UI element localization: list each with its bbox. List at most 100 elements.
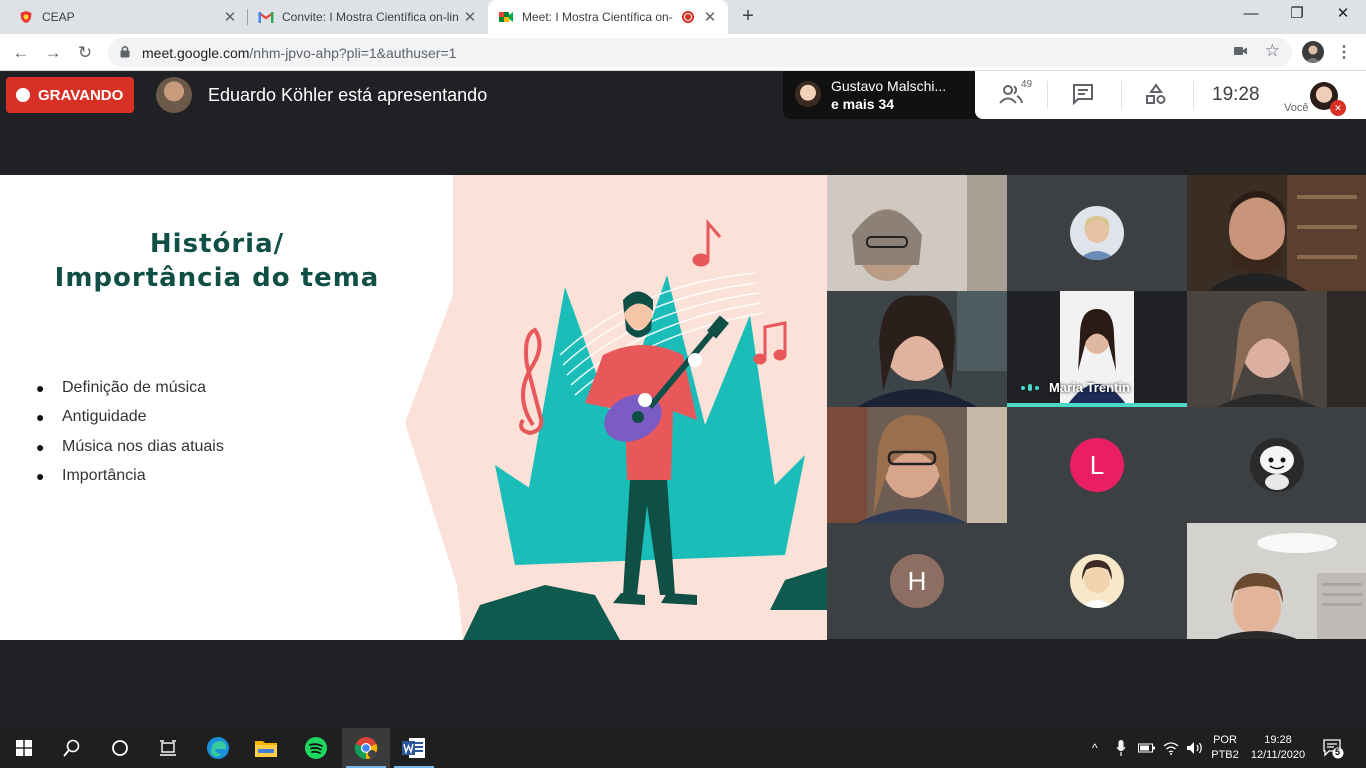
participant-video[interactable] — [827, 175, 1007, 291]
bullet-icon: ● — [36, 409, 45, 426]
participant-more: e mais 34 — [831, 96, 895, 112]
url-path: /nhm-jpvo-ahp?pli=1&authuser=1 — [249, 45, 457, 61]
chat-button[interactable] — [1072, 83, 1094, 110]
participant-count: 49 — [1021, 79, 1033, 90]
bullet-icon: ● — [36, 379, 45, 396]
profile-avatar[interactable] — [1302, 41, 1324, 63]
bullet-text: Importância — [62, 467, 146, 485]
windows-start-icon[interactable] — [0, 728, 48, 768]
mic-off-icon: ✕ — [1330, 100, 1346, 116]
close-tab-icon[interactable]: ✕ — [702, 8, 718, 26]
minimize-button[interactable]: — — [1228, 0, 1274, 30]
spotify-icon[interactable] — [292, 728, 340, 768]
close-window-button[interactable]: ✕ — [1320, 0, 1366, 30]
meet-stage: GRAVANDO Eduardo Köhler está apresentand… — [0, 71, 1366, 728]
google-meet-icon — [498, 9, 514, 25]
battery-icon[interactable] — [1138, 728, 1156, 768]
url-domain: meet.google.com — [142, 45, 250, 61]
more-menu-icon[interactable]: ⋮ — [1336, 42, 1352, 62]
participants-preview[interactable]: Gustavo Malschi... e mais 34 — [783, 71, 977, 119]
camera-in-use-icon[interactable] — [1234, 46, 1248, 56]
gmail-icon — [258, 9, 274, 25]
chrome-icon[interactable] — [342, 728, 390, 768]
bookmark-star-icon[interactable]: ☆ — [1265, 41, 1280, 61]
volume-icon[interactable] — [1186, 728, 1204, 768]
wifi-icon[interactable] — [1163, 728, 1179, 768]
tab-gmail-convite[interactable]: Convite: I Mostra Científica on-lin ✕ — [248, 0, 488, 34]
chat-icon — [1073, 84, 1093, 106]
participant-tile[interactable]: H — [827, 523, 1007, 639]
people-button[interactable]: 49 — [999, 79, 1032, 110]
slide-title-line2: Importância do tema — [54, 263, 380, 293]
participant-name: Maria Trentin — [1049, 380, 1130, 395]
record-dot-icon — [16, 88, 30, 102]
list-item: ● Antiguidade — [36, 403, 224, 433]
participant-name: Gustavo Malschi... — [831, 78, 947, 94]
notification-count: 5 — [1335, 747, 1341, 757]
participant-avatar — [1070, 554, 1124, 608]
participant-video[interactable] — [1187, 175, 1366, 291]
list-item: ● Definição de música — [36, 373, 224, 403]
speaking-indicator-icon — [1021, 384, 1039, 391]
microphone-icon[interactable] — [1116, 728, 1126, 768]
back-icon[interactable]: ← — [8, 40, 34, 66]
file-explorer-icon[interactable] — [242, 728, 290, 768]
video-feed — [827, 291, 1007, 407]
activities-button[interactable] — [1145, 83, 1167, 110]
participant-video[interactable] — [1187, 291, 1366, 407]
input-language[interactable]: POR PTB2 — [1208, 733, 1242, 763]
url-text[interactable]: meet.google.com/nhm-jpvo-ahp?pli=1&authu… — [142, 45, 456, 61]
search-icon[interactable] — [48, 728, 96, 768]
bullet-text: Antiguidade — [62, 408, 147, 426]
tab-title: CEAP — [42, 10, 75, 24]
restore-button[interactable]: ❐ — [1274, 0, 1320, 30]
bullet-icon: ● — [36, 438, 45, 455]
close-tab-icon[interactable]: ✕ — [462, 8, 478, 26]
windows-taskbar: ^ POR PTB2 19:28 12/11/2020 5 — [0, 728, 1366, 768]
edge-icon[interactable] — [194, 728, 242, 768]
tab-ceap[interactable]: CEAP ✕ — [8, 0, 248, 34]
task-view-icon[interactable] — [144, 728, 192, 768]
cortana-icon[interactable] — [96, 728, 144, 768]
participant-tile[interactable] — [1007, 175, 1187, 291]
tab-title: Meet: I Mostra Científica on- — [522, 10, 673, 24]
presenter-avatar — [156, 77, 192, 113]
video-feed — [1187, 291, 1366, 407]
bullet-text: Definição de música — [62, 378, 207, 396]
close-tab-icon[interactable]: ✕ — [222, 8, 238, 26]
participant-letter-avatar: L — [1070, 438, 1124, 492]
new-tab-button[interactable]: + — [737, 5, 759, 27]
presentation-slide: História/ Importância do tema ● Definição… — [0, 175, 827, 640]
video-feed — [1187, 175, 1366, 291]
participant-video[interactable] — [827, 291, 1007, 407]
notifications-button[interactable]: 5 — [1322, 728, 1344, 768]
taskbar-clock[interactable]: 19:28 12/11/2020 — [1244, 733, 1312, 763]
show-hidden-icons[interactable]: ^ — [1092, 728, 1098, 768]
forward-icon[interactable]: → — [40, 40, 66, 66]
participant-tile[interactable]: L — [1007, 407, 1187, 523]
reload-icon[interactable]: ↻ — [72, 40, 98, 66]
lock-icon[interactable] — [120, 45, 130, 58]
ceap-shield-icon — [18, 9, 34, 25]
keyboard-layout: PTB2 — [1211, 749, 1239, 761]
address-toolbar: ← → ↻ meet.google.com/nhm-jpvo-ahp?pli=1… — [0, 34, 1366, 71]
activities-icon — [1146, 83, 1166, 104]
participant-tile[interactable] — [1007, 523, 1187, 639]
active-speaker-tile[interactable]: Maria Trentin — [1007, 291, 1187, 407]
browser-tab-strip: CEAP ✕ Convite: I Mostra Científica on-l… — [0, 0, 1366, 34]
word-icon[interactable] — [390, 728, 438, 768]
record-dot-icon — [682, 11, 694, 23]
tab-meet[interactable]: Meet: I Mostra Científica on- ✕ — [488, 0, 728, 34]
list-item: ● Importância — [36, 462, 224, 492]
presenter-text: Eduardo Köhler está apresentando — [208, 85, 488, 105]
participant-video[interactable] — [827, 407, 1007, 523]
guitarist-illustration — [405, 175, 827, 640]
participant-avatar — [795, 81, 821, 107]
meeting-clock: 19:28 — [1212, 84, 1260, 105]
participant-video[interactable] — [1187, 523, 1366, 639]
participant-tile[interactable] — [1187, 407, 1366, 523]
url-bar[interactable]: meet.google.com/nhm-jpvo-ahp?pli=1&authu… — [108, 38, 1292, 67]
divider — [1121, 81, 1122, 109]
bullet-text: Música nos dias atuais — [62, 437, 224, 455]
meet-control-bar: 49 19:28 Você ✕ — [975, 71, 1366, 119]
